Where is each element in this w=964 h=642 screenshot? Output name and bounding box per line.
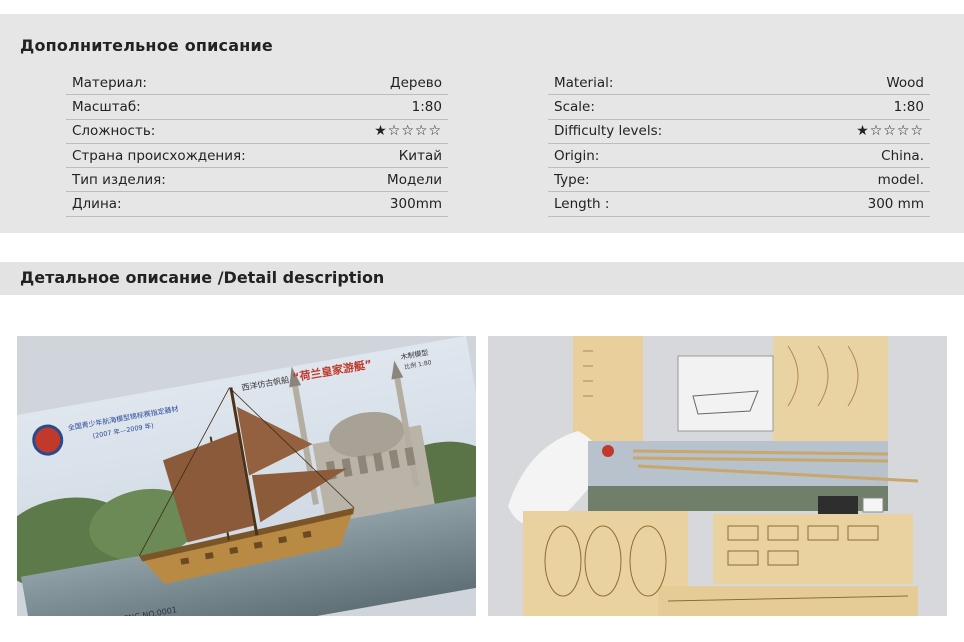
spec-row: Type: model.: [548, 168, 930, 193]
spec-table-ru: Материал: Дерево Масштаб: 1:80 Сложность: ★…: [66, 71, 448, 217]
spec-label: Length :: [554, 196, 610, 213]
spec-label: Material:: [554, 74, 614, 91]
spec-table-en: Material: Wood Scale: 1:80 Difficulty leve…: [548, 71, 930, 217]
spec-value: model.: [877, 171, 924, 188]
spec-row: Тип изделия: Модели: [66, 168, 448, 193]
difficulty-stars: ★☆☆☆☆: [374, 123, 442, 140]
spec-panel: Дополнительное описание Материал: Дерево …: [0, 14, 964, 233]
spec-label: Страна происхождения:: [72, 147, 246, 164]
spec-value: 300 mm: [867, 196, 924, 213]
spec-label: Материал:: [72, 74, 147, 91]
spec-value: 300mm: [389, 196, 442, 213]
kit-contents-photo: [488, 336, 947, 616]
spec-row: Origin: China.: [548, 144, 930, 169]
difficulty-stars: ★☆☆☆☆: [856, 123, 924, 140]
spec-label: Difficulty levels:: [554, 123, 663, 140]
spec-row: Материал: Дерево: [66, 71, 448, 96]
spec-label: Type:: [554, 171, 590, 188]
product-box-photo: 全国青少年航海模型锦标赛指定器材 (2007 年—2009 年) 西洋仿古帆船 …: [17, 336, 476, 616]
spec-value: 1:80: [893, 98, 924, 115]
spec-value: Китай: [398, 147, 442, 164]
spec-row: Material: Wood: [548, 71, 930, 96]
spec-value: China.: [881, 147, 924, 164]
spec-row: Страна происхождения: Китай: [66, 144, 448, 169]
spec-row: Масштаб: 1:80: [66, 95, 448, 120]
spec-row: Сложность: ★☆☆☆☆: [66, 120, 448, 144]
spec-row: Scale: 1:80: [548, 95, 930, 120]
spec-label: Сложность:: [72, 123, 156, 140]
spec-label: Длина:: [72, 196, 122, 213]
spec-label: Scale:: [554, 98, 595, 115]
spec-row: Длина: 300mm: [66, 192, 448, 217]
product-box-image: 全国青少年航海模型锦标赛指定器材 (2007 年—2009 年) 西洋仿古帆船 …: [17, 336, 476, 616]
spec-label: Тип изделия:: [72, 171, 166, 188]
detail-title: Детальное описание /Detail description: [20, 268, 385, 287]
detail-header: Детальное описание /Detail description: [0, 262, 964, 295]
spec-row: Length : 300 mm: [548, 192, 930, 217]
spec-label: Origin:: [554, 147, 600, 164]
kit-contents-image: [488, 336, 947, 616]
spec-value: Модели: [387, 171, 442, 188]
spec-label: Масштаб:: [72, 98, 141, 115]
spec-value: Дерево: [390, 74, 442, 91]
spec-row: Difficulty levels: ★☆☆☆☆: [548, 120, 930, 144]
spec-value: 1:80: [411, 98, 442, 115]
spec-value: Wood: [886, 74, 924, 91]
spec-title: Дополнительное описание: [20, 36, 273, 55]
